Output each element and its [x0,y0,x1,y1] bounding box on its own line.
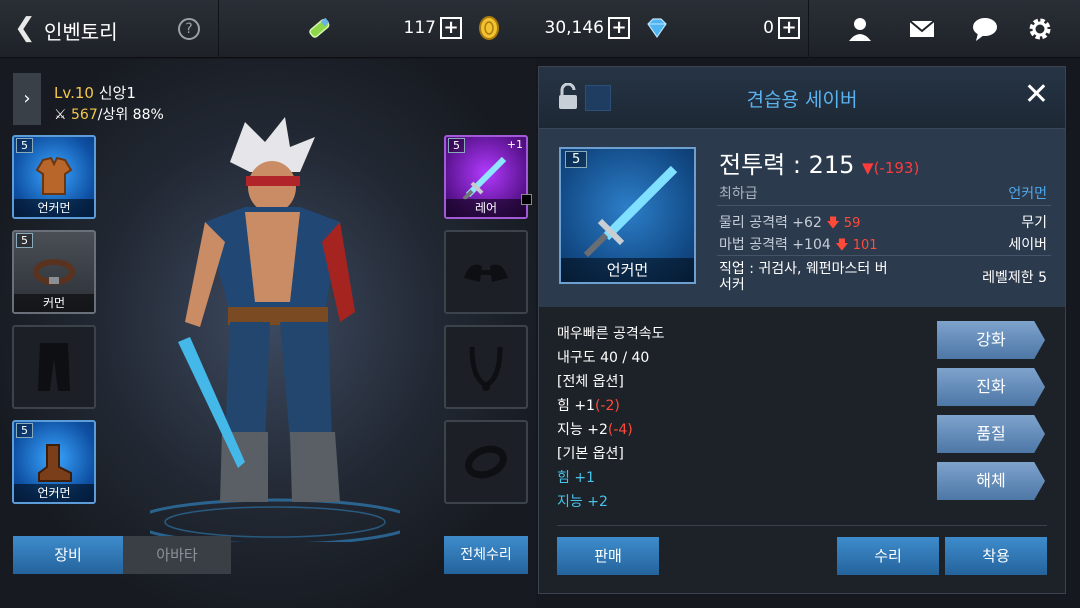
item-type: 무기 [1021,215,1047,231]
gem-icon [644,15,670,41]
expand-arrow-button[interactable]: › [13,73,41,125]
equip-button[interactable]: 착용 [945,537,1047,575]
gem-value: 0 [763,18,774,38]
equip-slot-shoulder[interactable] [444,230,528,314]
equip-slot-belt[interactable]: 5 커먼 [12,230,96,314]
add-gem-button[interactable]: + [778,17,800,39]
repair-all-button[interactable]: 전체수리 [444,536,528,574]
ring-icon [446,422,526,502]
tab-equipment[interactable]: 장비 [13,536,123,574]
magic-attack-diff: 🡇 101 [835,238,878,253]
level-requirement: 레벨제한 5 [982,270,1047,286]
repair-button[interactable]: 수리 [837,537,939,575]
combat-power: ⚔ 567/상위 88% [54,104,164,124]
slot-rarity: 언커먼 [14,484,94,502]
disassemble-button[interactable]: 해체 [937,462,1045,500]
durability-text: 내구도 40 / 40 [557,350,650,366]
stamina-potion-icon [306,15,332,41]
quality-button[interactable]: 품질 [937,415,1045,453]
all-options-header: [전체 옵션] [557,374,624,390]
item-level: 5 [565,151,588,168]
job-restriction: 직업 : 귀검사, 웨펀마스터 버서커 [719,261,888,293]
pants-icon [14,327,94,407]
slot-rarity: 레어 [446,199,526,217]
character-name: 신앙1 [98,84,136,102]
help-button[interactable]: ? [178,18,200,40]
slot-level: 5 [16,138,33,153]
option-str-value: 힘 +1 [557,398,595,414]
saber-icon [583,165,678,258]
evolve-button[interactable]: 진화 [937,368,1045,406]
selected-marker [521,194,532,205]
option-int-diff: (-4) [607,422,633,438]
base-option-str: 힘 +1 [557,470,595,486]
divider [717,255,1051,256]
equip-slot-pants[interactable] [12,325,96,409]
option-int: 지능 +2(-4) [557,419,633,439]
slot-level: 5 [16,423,33,438]
item-icon-slot: 5 언커먼 [559,147,696,284]
base-option-int: 지능 +2 [557,494,608,510]
necklace-icon [446,327,526,407]
friends-icon[interactable] [845,15,875,43]
base-options-header: [기본 옵션] [557,446,624,462]
equip-slot-ring[interactable] [444,420,528,504]
item-grade: 최하급 [719,186,758,202]
gold-coin-icon [476,15,502,41]
option-str: 힘 +1(-2) [557,395,620,415]
option-str-diff: (-2) [594,398,620,414]
divider [218,0,219,58]
power-value: 567 [71,107,98,123]
equip-slot-boots[interactable]: 5 언커먼 [12,420,96,504]
crossed-swords-icon: ⚔ [54,107,67,123]
equip-slot-necklace[interactable] [444,325,528,409]
equip-slot-weapon[interactable]: 5 +1 레어 [444,135,528,219]
combat-power-diff: ▼(-193) [862,159,920,177]
item-detail-popup: 견습용 세이버 ✕ 5 언커먼 전투력 : 215 ▼(-193) 최하급 언커… [538,66,1066,594]
enhance-button[interactable]: 강화 [937,321,1045,359]
option-int-value: 지능 +2 [557,422,608,438]
settings-gear-icon[interactable] [1025,15,1055,43]
add-gold-button[interactable]: + [608,17,630,39]
physical-attack: 물리 공격력 +62 🡇 59 [719,212,860,236]
item-title: 견습용 세이버 [746,89,858,111]
divider [717,205,1051,206]
divider [557,525,1047,526]
slot-rarity: 언커먼 [14,199,94,217]
item-rarity-label: 언커먼 [561,258,694,282]
close-icon[interactable]: ✕ [1024,80,1049,110]
chat-icon[interactable] [970,15,1000,43]
item-rarity: 언커먼 [1008,186,1047,202]
add-stamina-button[interactable]: + [440,17,462,39]
divider [808,0,809,58]
tab-avatar[interactable]: 아바타 [123,536,231,574]
combat-power-value: 전투력 : 215 [719,151,855,179]
physical-attack-diff: 🡇 59 [826,216,861,231]
slot-level: 5 [448,138,465,153]
item-subtype: 세이버 [1008,237,1047,253]
character-level: Lv.10 신앙1 [54,82,136,103]
magic-attack-value: 마법 공격력 +104 [719,237,831,253]
equip-slot-top[interactable]: 5 언커먼 [12,135,96,219]
slot-level: 5 [16,233,33,248]
character-model [150,117,400,542]
sell-button[interactable]: 판매 [557,537,659,575]
level-text: Lv.10 [54,84,94,102]
slot-enhance: +1 [506,138,523,151]
stamina-value: 117 [403,18,436,38]
slot-rarity: 커먼 [14,294,94,312]
physical-attack-value: 물리 공격력 +62 [719,215,822,231]
shoulder-icon [446,232,526,312]
top-bar: ❮ 인벤토리 ? 117 + 30,146 + 0 + [0,0,1080,58]
attack-speed-text: 매우빠른 공격속도 [557,326,665,342]
combat-power-line: 전투력 : 215 ▼(-193) [719,145,919,180]
page-title: 인벤토리 [44,20,118,44]
popup-header: 견습용 세이버 ✕ [539,67,1065,129]
mail-icon[interactable] [907,15,937,43]
gold-value: 30,146 [544,18,604,38]
back-arrow-icon[interactable]: ❮ [14,14,36,42]
